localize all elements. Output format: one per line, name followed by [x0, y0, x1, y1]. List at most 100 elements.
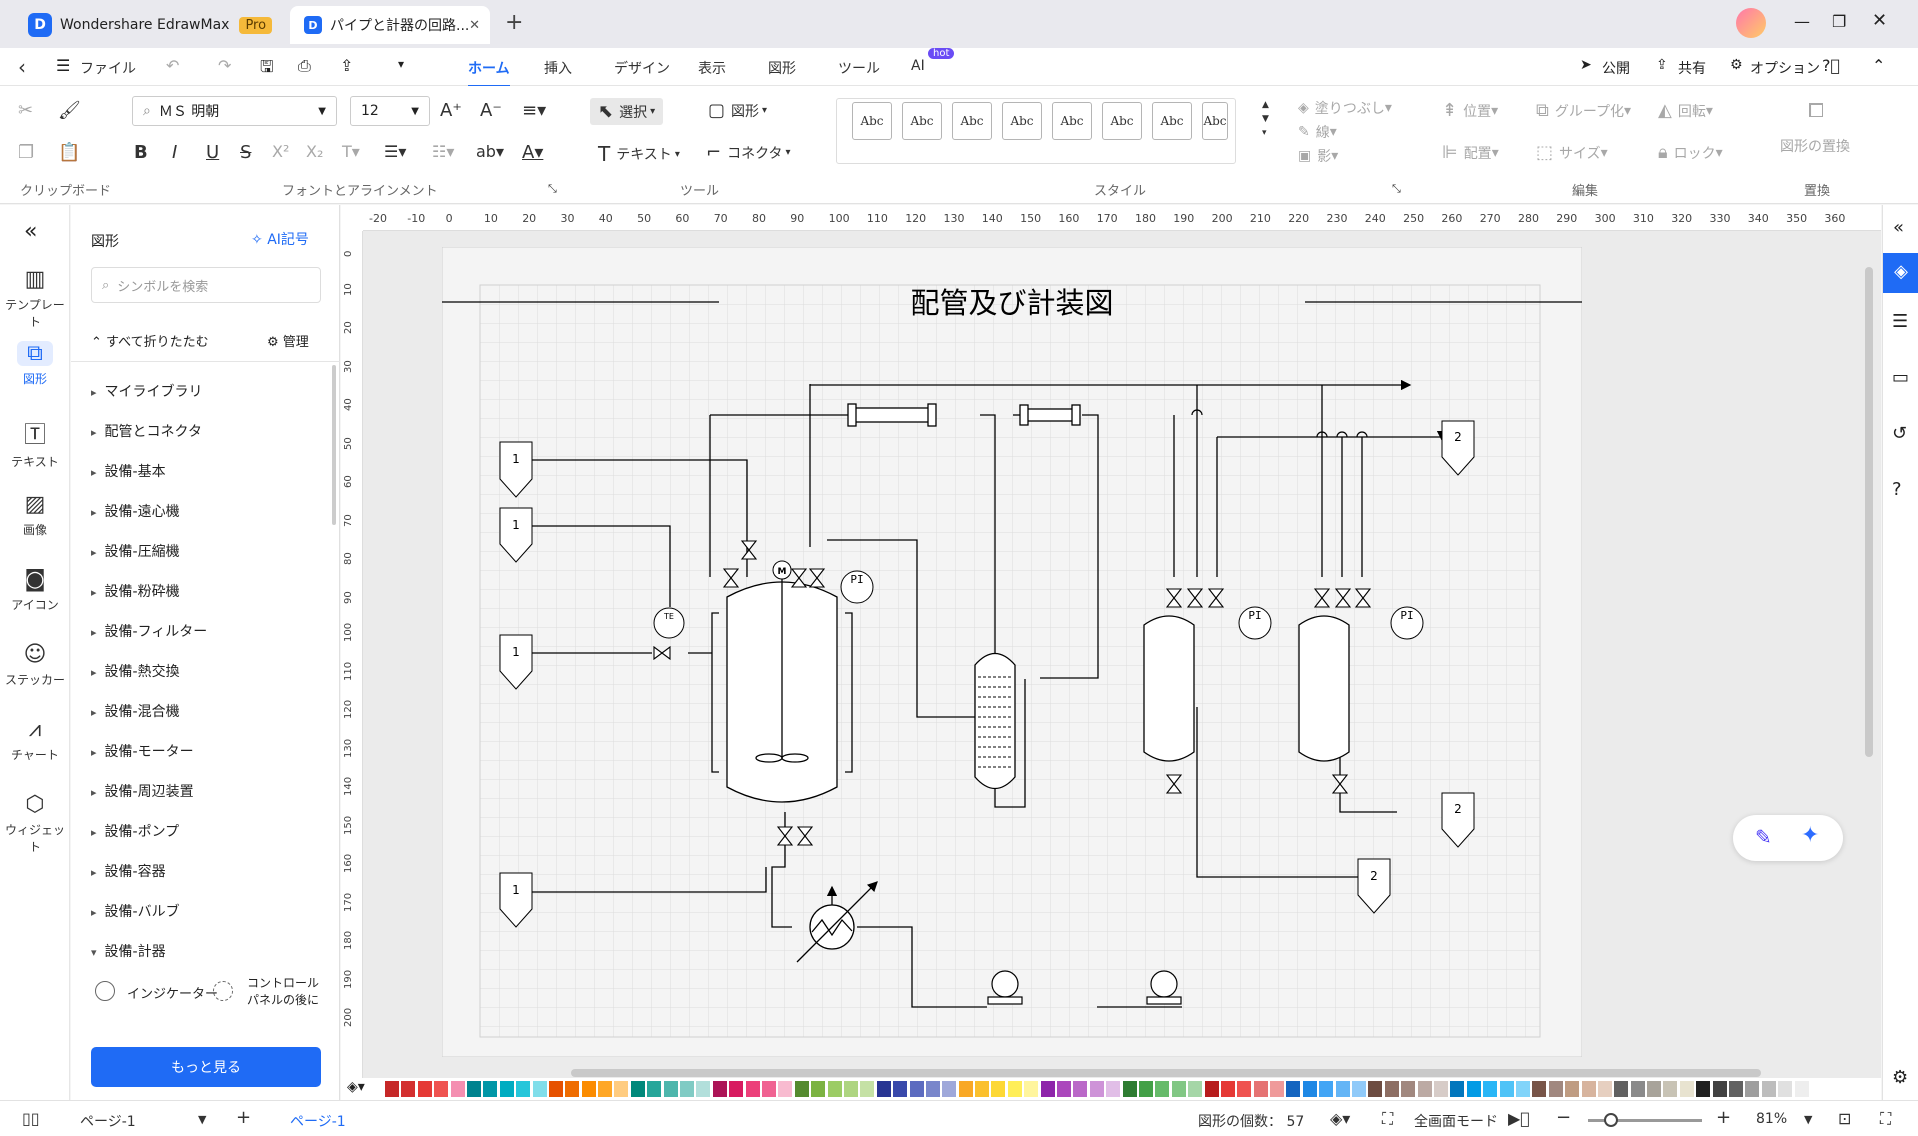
- font-size-select[interactable]: 12 ▼: [350, 96, 430, 126]
- subscript-icon[interactable]: X₂: [306, 142, 323, 161]
- color-swatch[interactable]: [794, 1081, 809, 1097]
- size-button[interactable]: ⬚ サイズ ▾: [1536, 142, 1608, 163]
- color-swatch[interactable]: [1581, 1081, 1596, 1097]
- help-icon[interactable]: ?⃝: [1822, 56, 1840, 75]
- new-tab-button[interactable]: +: [505, 10, 523, 35]
- color-swatch[interactable]: [1450, 1081, 1465, 1097]
- font-dialog-launcher-icon[interactable]: ⤡: [548, 182, 557, 196]
- color-swatch[interactable]: [1319, 1081, 1334, 1097]
- library-item[interactable]: 設備-周辺装置: [91, 781, 194, 801]
- style-preset[interactable]: Abc: [852, 102, 892, 140]
- library-item[interactable]: 設備-ポンプ: [91, 821, 180, 841]
- color-swatch[interactable]: [417, 1081, 432, 1097]
- color-swatch[interactable]: [1302, 1081, 1317, 1097]
- color-swatch[interactable]: [1204, 1081, 1219, 1097]
- settings-gear-icon[interactable]: ⚙: [1892, 1067, 1908, 1088]
- align-icon[interactable]: ≡▾: [522, 100, 546, 121]
- control-panel-shape-icon[interactable]: [213, 981, 233, 1001]
- page-tab[interactable]: ページ-1: [290, 1111, 346, 1131]
- line-spacing-icon[interactable]: ☰▾: [384, 142, 406, 161]
- avatar[interactable]: [1736, 8, 1766, 38]
- color-swatch[interactable]: [1761, 1081, 1776, 1097]
- library-item-instruments[interactable]: 設備-計器: [91, 941, 166, 961]
- color-swatch[interactable]: [745, 1081, 760, 1097]
- nav-shapes[interactable]: ⧉ 図形: [0, 341, 70, 387]
- fullscreen-button[interactable]: 全画面モード: [1414, 1111, 1498, 1131]
- color-swatch[interactable]: [532, 1081, 547, 1097]
- file-menu[interactable]: ファイル: [80, 58, 136, 78]
- color-swatch[interactable]: [1499, 1081, 1514, 1097]
- bold-icon[interactable]: B: [134, 142, 148, 163]
- zoom-level[interactable]: 81%: [1756, 1111, 1787, 1127]
- library-item[interactable]: 設備-フィルター: [91, 621, 208, 641]
- save-icon[interactable]: 🖫: [260, 56, 274, 83]
- color-swatch[interactable]: [876, 1081, 891, 1097]
- color-swatch[interactable]: [958, 1081, 973, 1097]
- color-swatch[interactable]: [630, 1081, 645, 1097]
- publish-button[interactable]: 公開: [1602, 58, 1630, 78]
- color-swatch[interactable]: [581, 1081, 596, 1097]
- tab-shape[interactable]: 図形: [768, 58, 796, 78]
- group-button[interactable]: ⧉ グループ化 ▾: [1536, 100, 1631, 121]
- export-icon[interactable]: ⇪: [340, 56, 353, 75]
- copy-icon[interactable]: ❐: [18, 142, 34, 163]
- color-swatch[interactable]: [450, 1081, 465, 1097]
- font-family-select[interactable]: ⌕ ＭＳ 明朝 ▼: [132, 96, 337, 126]
- diagram-title[interactable]: 配管及び計装図: [910, 286, 1113, 320]
- text-highlight-icon[interactable]: ab▾: [476, 142, 504, 161]
- tab-design[interactable]: デザイン: [614, 58, 670, 78]
- bullets-icon[interactable]: ☷▾: [432, 142, 454, 161]
- color-swatch[interactable]: [1810, 1081, 1825, 1097]
- color-swatch[interactable]: [1663, 1081, 1678, 1097]
- color-swatch[interactable]: [434, 1081, 449, 1097]
- color-swatch[interactable]: [516, 1081, 531, 1097]
- color-swatch[interactable]: [843, 1081, 858, 1097]
- color-swatch[interactable]: [1712, 1081, 1727, 1097]
- color-swatch[interactable]: [483, 1081, 498, 1097]
- color-swatch[interactable]: [1368, 1081, 1383, 1097]
- share-button[interactable]: 共有: [1678, 58, 1706, 78]
- library-item[interactable]: マイライブラリ: [91, 381, 203, 401]
- color-swatch[interactable]: [1057, 1081, 1072, 1097]
- color-swatch[interactable]: [663, 1081, 678, 1097]
- library-item[interactable]: 設備-容器: [91, 861, 166, 881]
- color-swatch[interactable]: [1335, 1081, 1350, 1097]
- nav-templates[interactable]: ▥ テンプレート: [0, 267, 70, 330]
- fill-button[interactable]: ◈ 塗りつぶし ▾: [1298, 98, 1392, 118]
- select-tool-button[interactable]: ⬉ 選択 ▾: [590, 98, 664, 125]
- library-item[interactable]: 設備-基本: [91, 461, 166, 481]
- style-panel-icon[interactable]: ◈: [1883, 253, 1918, 293]
- color-swatch[interactable]: [1188, 1081, 1203, 1097]
- color-swatch[interactable]: [1483, 1081, 1498, 1097]
- style-preset[interactable]: Abc: [952, 102, 992, 140]
- color-swatch[interactable]: [991, 1081, 1006, 1097]
- color-swatch[interactable]: [1466, 1081, 1481, 1097]
- storage-vessel[interactable]: [1143, 615, 1195, 762]
- shrink-font-icon[interactable]: A⁻: [480, 100, 502, 121]
- play-icon[interactable]: ▶⃝: [1508, 1109, 1530, 1128]
- color-swatch[interactable]: [1171, 1081, 1186, 1097]
- back-arrow-icon[interactable]: ‹: [18, 55, 26, 79]
- color-swatch[interactable]: [466, 1081, 481, 1097]
- text-tool-button[interactable]: T テキスト ▾: [598, 142, 680, 166]
- layers-icon[interactable]: ◈▾: [1330, 1109, 1350, 1128]
- color-swatch[interactable]: [1630, 1081, 1645, 1097]
- color-swatch[interactable]: [1778, 1081, 1793, 1097]
- color-swatch[interactable]: [401, 1081, 416, 1097]
- color-swatch[interactable]: [499, 1081, 514, 1097]
- underline-icon[interactable]: U: [206, 142, 219, 163]
- restore-button[interactable]: ❐: [1832, 12, 1846, 31]
- lock-button[interactable]: 🔒︎ ロック ▾: [1658, 142, 1723, 163]
- color-swatch[interactable]: [909, 1081, 924, 1097]
- presentation-icon[interactable]: ▭: [1892, 367, 1909, 388]
- fit-icon[interactable]: ⛶: [1382, 1109, 1393, 1129]
- superscript-icon[interactable]: X²: [272, 142, 289, 161]
- replace-shape-icon[interactable]: ⧠: [1808, 98, 1824, 122]
- document-tab[interactable]: D パイプと計器の回路... ✕: [290, 6, 490, 44]
- history-icon[interactable]: ↺: [1892, 423, 1907, 444]
- color-swatch[interactable]: [811, 1081, 826, 1097]
- library-item[interactable]: 設備-モーター: [91, 741, 194, 761]
- color-swatch[interactable]: [1106, 1081, 1121, 1097]
- color-swatch[interactable]: [761, 1081, 776, 1097]
- expand-panel-icon[interactable]: «: [1893, 217, 1904, 238]
